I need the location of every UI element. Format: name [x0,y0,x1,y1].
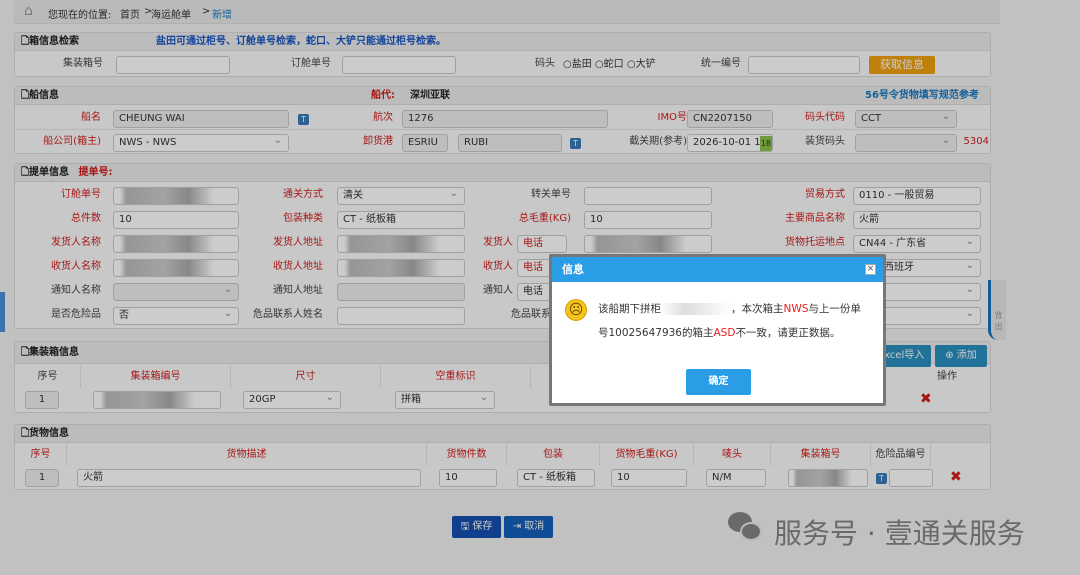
watermark: 服务号 · 壹通关服务 [774,517,1025,550]
modal-overlay [0,0,1080,575]
ok-button[interactable]: 确定 [686,369,751,395]
redacted-text [661,303,731,315]
sad-face-icon: ☹ [565,299,587,321]
wechat-icon [728,512,768,546]
dialog-message: 该船期下拼柜 ，本次箱主NWS与上一份单号10025647936的箱主ASD不一致… [598,303,861,339]
info-dialog: 信息 × ☹ 该船期下拼柜 ，本次箱主NWS与上一份单号10025647936的箱… [549,254,886,406]
dialog-title: 信息 [552,257,883,282]
close-icon[interactable]: × [865,264,876,275]
